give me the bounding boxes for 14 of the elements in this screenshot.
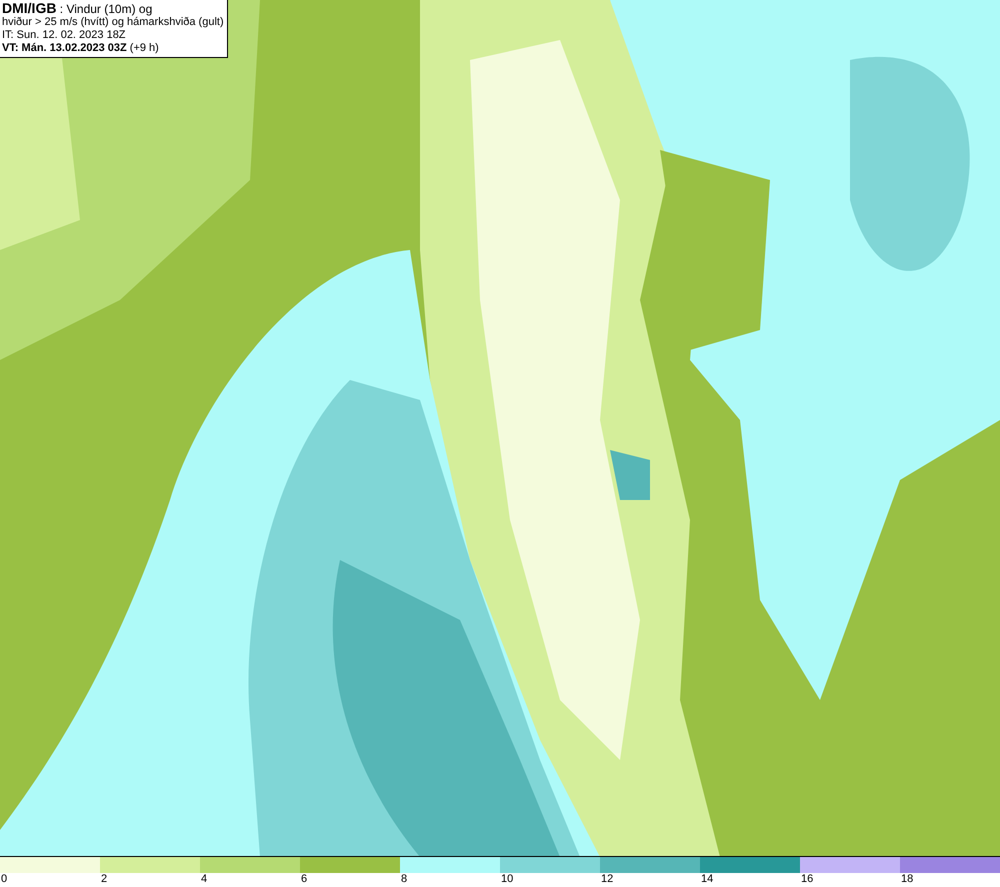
legend-label: 12 — [600, 873, 614, 886]
legend-label: 2 — [100, 873, 108, 886]
legend-label: 6 — [300, 873, 308, 886]
info-text: VT: Mán. 13.02.2023 03Z (+9 h) — [2, 42, 160, 55]
legend-label: 0 — [0, 873, 8, 886]
info-text: IT: Sun. 12. 02. 2023 18Z — [2, 29, 127, 42]
legend-label: 16 — [800, 873, 814, 886]
legend-label: 8 — [400, 873, 408, 886]
legend-label: 14 — [700, 873, 714, 886]
legend-label: 4 — [200, 873, 208, 886]
info-text: DMI/IGB : Vindur (10m) og — [2, 1, 154, 16]
legend-label: 10 — [500, 873, 514, 886]
info-text: hviður > 25 m/s (hvítt) og hámarkshviða (gult) — [2, 16, 225, 29]
legend-label: 18 — [900, 873, 914, 886]
